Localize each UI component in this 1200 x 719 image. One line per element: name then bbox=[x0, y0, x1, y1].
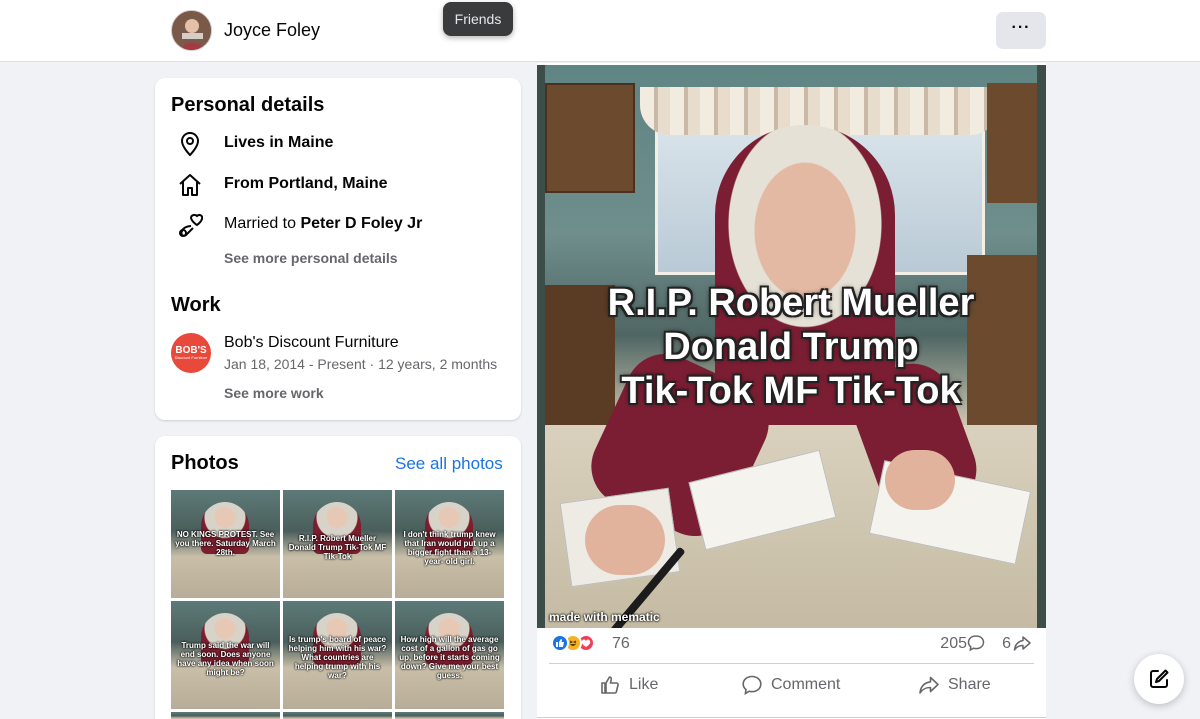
detail-married: Married to Peter D Foley Jr bbox=[171, 210, 511, 240]
location-pin-icon bbox=[180, 131, 200, 157]
post-bottom-divider bbox=[537, 717, 1046, 718]
comment-label: Comment bbox=[771, 676, 841, 693]
spouse-name[interactable]: Peter D Foley Jr bbox=[300, 215, 422, 232]
comment-count[interactable]: 205 bbox=[940, 635, 967, 653]
share-arrow-icon bbox=[1013, 636, 1031, 651]
like-label: Like bbox=[629, 676, 659, 693]
detail-from: From Portland, Maine bbox=[171, 170, 511, 200]
photo-caption: R.I.P. Robert Mueller Donald Trump Tik-T… bbox=[288, 534, 387, 561]
right-hand bbox=[885, 450, 955, 510]
photo-caption: Trump said the war will end soon. Does a… bbox=[177, 641, 274, 677]
employer-logo[interactable]: BOB'S Discount Furniture bbox=[171, 333, 211, 373]
compose-button[interactable] bbox=[1134, 654, 1184, 704]
share-label: Share bbox=[948, 676, 991, 693]
comment-bubble-icon bbox=[967, 635, 985, 652]
photo-thumbnail[interactable]: NO KINGS PROTEST. See you there. Saturda… bbox=[171, 490, 280, 598]
photo-thumbnail[interactable] bbox=[283, 712, 392, 719]
work-title: Work bbox=[171, 294, 221, 316]
friends-tooltip: Friends bbox=[443, 2, 513, 36]
reaction-count[interactable]: 76 bbox=[612, 635, 630, 653]
left-hand bbox=[585, 505, 665, 575]
photo-thumbnail[interactable]: How high will the average cost of a gall… bbox=[395, 601, 504, 709]
comment-button[interactable]: Comment bbox=[741, 671, 840, 699]
profile-name[interactable]: Joyce Foley bbox=[224, 20, 320, 41]
employment-dates: Jan 18, 2014 - Present · 12 years, 2 mon… bbox=[224, 356, 498, 372]
share-icon bbox=[919, 676, 939, 694]
photo-caption: Is trump's board of peace helping him wi… bbox=[288, 635, 387, 680]
photo-thumbnail[interactable] bbox=[395, 712, 504, 719]
from-text: From Portland, Maine bbox=[224, 175, 388, 192]
intro-card: Personal details Lives in Maine From Por… bbox=[155, 78, 521, 420]
reaction-summary[interactable]: 76 205 6 bbox=[551, 634, 1031, 654]
share-count[interactable]: 6 bbox=[1002, 635, 1011, 653]
photo-caption: I don't think trump knew that Iran would… bbox=[403, 530, 496, 566]
like-reaction-icon bbox=[551, 634, 569, 652]
upper-cabinet-left bbox=[545, 83, 635, 193]
photo-thumbnail[interactable] bbox=[171, 712, 280, 719]
married-text: Married to Peter D Foley Jr bbox=[224, 215, 422, 233]
see-more-work-link[interactable]: See more work bbox=[224, 385, 324, 401]
more-dots-icon: ··· bbox=[1011, 18, 1031, 36]
photo-thumbnail[interactable]: Trump said the war will end soon. Does a… bbox=[171, 601, 280, 709]
avatar[interactable] bbox=[171, 10, 212, 51]
photos-title: Photos bbox=[171, 452, 239, 474]
share-button[interactable]: Share bbox=[918, 671, 991, 699]
photo-grid: NO KINGS PROTEST. See you there. Saturda… bbox=[171, 490, 505, 719]
meme-photo: R.I.P. Robert Mueller Donald Trump Tik-T… bbox=[545, 65, 1037, 628]
employer-name[interactable]: Bob's Discount Furniture bbox=[224, 334, 399, 352]
meme-caption: R.I.P. Robert Mueller Donald Trump Tik-T… bbox=[545, 281, 1037, 413]
relationship-hearts-icon bbox=[179, 213, 203, 237]
meme-line: Tik-Tok MF Tik-Tok bbox=[621, 370, 961, 412]
photos-card: Photos See all photos NO KINGS PROTEST. … bbox=[155, 436, 521, 719]
lives-in-text: Lives in Maine bbox=[224, 134, 334, 151]
photo-thumbnail[interactable]: Is trump's board of peace helping him wi… bbox=[283, 601, 392, 709]
photo-caption: How high will the average cost of a gall… bbox=[399, 635, 500, 680]
thumbs-up-icon bbox=[601, 676, 619, 694]
compose-edit-icon bbox=[1150, 669, 1169, 688]
married-prefix: Married to bbox=[224, 215, 301, 232]
post-card: R.I.P. Robert Mueller Donald Trump Tik-T… bbox=[537, 63, 1046, 719]
comment-icon bbox=[742, 675, 762, 696]
employer-logo-subtext: Discount Furniture bbox=[174, 355, 208, 360]
meme-line: R.I.P. Robert Mueller bbox=[607, 282, 975, 324]
post-divider bbox=[549, 663, 1034, 664]
see-more-personal-details-link[interactable]: See more personal details bbox=[224, 250, 398, 266]
post-image[interactable]: R.I.P. Robert Mueller Donald Trump Tik-T… bbox=[537, 65, 1046, 628]
home-icon bbox=[179, 174, 201, 196]
personal-details-title: Personal details bbox=[171, 94, 325, 116]
photo-thumbnail[interactable]: R.I.P. Robert Mueller Donald Trump Tik-T… bbox=[283, 490, 392, 598]
detail-lives-in: Lives in Maine bbox=[171, 129, 511, 159]
more-options-button[interactable]: ··· bbox=[996, 12, 1046, 49]
profile-header-bar: Joyce Foley Friends ··· bbox=[0, 0, 1200, 62]
photo-caption: NO KINGS PROTEST. See you there. Saturda… bbox=[175, 530, 276, 557]
like-button[interactable]: Like bbox=[599, 671, 658, 699]
meme-line: Donald Trump bbox=[663, 326, 919, 368]
mematic-watermark: made with mematic bbox=[549, 610, 660, 624]
photo-thumbnail[interactable]: I don't think trump knew that Iran would… bbox=[395, 490, 504, 598]
upper-cabinet-right bbox=[987, 83, 1037, 203]
see-all-photos-link[interactable]: See all photos bbox=[395, 454, 503, 474]
